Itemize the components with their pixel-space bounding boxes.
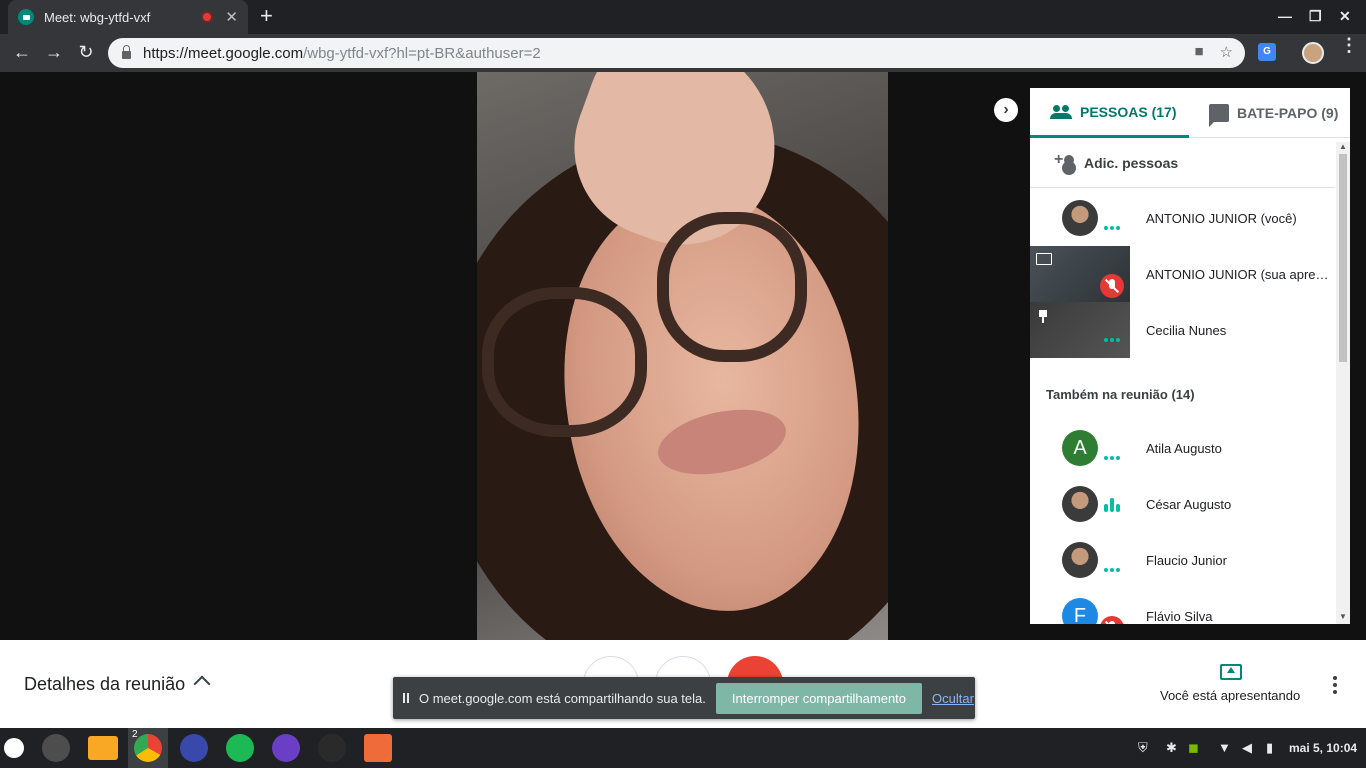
participant-name: Flaucio Junior xyxy=(1146,553,1227,568)
more-options-icon[interactable] xyxy=(1104,456,1120,460)
participant-name: ANTONIO JUNIOR (você) xyxy=(1146,211,1297,226)
mic-off-icon xyxy=(1100,616,1124,624)
avatar: A xyxy=(1062,430,1098,466)
participant-row[interactable]: ANTONIO JUNIOR (você) xyxy=(1030,190,1335,246)
presenting-status[interactable]: Você está apresentando xyxy=(1160,688,1300,703)
browser-tab-strip: Meet: wbg-ytfd-vxf ✕ + — ❐ ✕ xyxy=(0,0,1366,34)
scroll-down-icon[interactable]: ▼ xyxy=(1339,612,1347,621)
lock-icon xyxy=(122,45,131,59)
avatar xyxy=(1062,542,1098,578)
recording-icon xyxy=(201,11,214,23)
clock[interactable]: mai 5, 10:04 xyxy=(1289,741,1357,755)
url-text: https://meet.google.com/wbg-ytfd-vxf?hl=… xyxy=(143,44,541,62)
participant-name: ANTONIO JUNIOR (sua apresentação) xyxy=(1146,267,1332,282)
screen-share-notification: O meet.google.com está compartilhando su… xyxy=(393,677,975,719)
add-person-icon xyxy=(1054,151,1076,171)
main-video xyxy=(477,72,888,640)
files-icon[interactable] xyxy=(88,736,118,760)
people-icon xyxy=(1050,104,1072,119)
present-screen-icon[interactable] xyxy=(1220,664,1242,680)
browser-tab[interactable]: Meet: wbg-ytfd-vxf ✕ xyxy=(8,0,248,34)
participant-name: Atila Augusto xyxy=(1146,441,1222,456)
nvidia-icon[interactable]: ◼ xyxy=(1188,740,1199,756)
tab-people[interactable]: PESSOAS (17) xyxy=(1030,88,1189,138)
address-bar[interactable]: https://meet.google.com/wbg-ytfd-vxf?hl=… xyxy=(108,38,1245,68)
close-window-icon[interactable]: ✕ xyxy=(1339,8,1351,25)
reload-icon[interactable]: ↻ xyxy=(75,41,97,63)
tab-title: Meet: wbg-ytfd-vxf xyxy=(44,9,151,25)
chrome-window-count: 2 xyxy=(132,729,138,740)
participant-name: Cecilia Nunes xyxy=(1146,323,1227,338)
launcher-icon[interactable] xyxy=(4,738,24,758)
profile-avatar[interactable] xyxy=(1302,42,1324,64)
participant-row[interactable]: Cecilia Nunes xyxy=(1030,302,1335,358)
panel-scrollbar[interactable]: ▲ ▼ xyxy=(1336,142,1350,624)
os-taskbar: 2 ⛨ ✱ ◼ ▼ ◀ ▮ mai 5, 10:04 xyxy=(0,728,1366,768)
close-tab-icon[interactable]: ✕ xyxy=(225,8,238,26)
pause-icon xyxy=(403,693,409,703)
participant-name: Flávio Silva xyxy=(1146,609,1213,624)
participant-row[interactable]: ANTONIO JUNIOR (sua apresentação) xyxy=(1030,246,1335,302)
vscode-icon[interactable] xyxy=(180,734,208,762)
app-icon[interactable] xyxy=(272,734,300,762)
back-icon[interactable]: ← xyxy=(11,41,33,63)
participant-name: César Augusto xyxy=(1146,497,1232,512)
volume-icon[interactable]: ◀ xyxy=(1242,740,1252,756)
minimize-icon[interactable]: — xyxy=(1278,8,1292,24)
more-options-icon[interactable] xyxy=(1104,338,1120,342)
wifi-icon[interactable]: ▼ xyxy=(1218,740,1231,755)
participant-row[interactable]: Flaucio Junior xyxy=(1030,532,1335,588)
section-heading: Também na reunião (14) xyxy=(1046,386,1195,402)
tab-chat[interactable]: BATE-PAPO (9) xyxy=(1189,88,1350,138)
translate-extension-icon[interactable]: G xyxy=(1258,43,1276,61)
avatar xyxy=(1062,200,1098,236)
more-options-icon[interactable] xyxy=(1104,226,1120,230)
forward-icon[interactable]: → xyxy=(43,41,65,63)
meet-favicon-icon xyxy=(18,9,34,25)
maximize-icon[interactable]: ❐ xyxy=(1309,8,1322,25)
more-options-icon[interactable] xyxy=(1104,568,1120,572)
people-panel: PESSOAS (17) BATE-PAPO (9) Adic. pessoas… xyxy=(1030,88,1350,624)
participant-list: ANTONIO JUNIOR (você) ANTONIO JUNIOR (su… xyxy=(1030,190,1335,624)
chevron-up-icon[interactable] xyxy=(193,675,211,693)
share-message: O meet.google.com está compartilhando su… xyxy=(419,690,706,706)
speaking-indicator-icon xyxy=(1104,498,1120,512)
presentation-app-icon[interactable] xyxy=(364,734,392,762)
participant-row[interactable]: A Atila Augusto xyxy=(1030,420,1335,476)
participant-row[interactable]: César Augusto xyxy=(1030,476,1335,532)
terminal-icon[interactable] xyxy=(42,734,70,762)
browser-menu-icon[interactable]: ⋮ xyxy=(1340,36,1358,54)
camera-icon[interactable]: ■ xyxy=(1194,43,1203,61)
collapse-panel-button[interactable]: › xyxy=(994,98,1018,122)
bookmark-star-icon[interactable]: ☆ xyxy=(1220,43,1233,61)
pin-icon[interactable] xyxy=(1038,310,1048,323)
bluetooth-icon[interactable]: ✱ xyxy=(1166,740,1177,756)
stop-sharing-button[interactable]: Interromper compartilhamento xyxy=(715,682,923,714)
participant-row[interactable]: F Flávio Silva xyxy=(1030,588,1335,624)
spotify-icon[interactable] xyxy=(226,734,254,762)
mic-off-icon xyxy=(1100,274,1124,298)
new-tab-button[interactable]: + xyxy=(260,5,273,27)
battery-icon[interactable]: ▮ xyxy=(1266,740,1273,756)
scroll-up-icon[interactable]: ▲ xyxy=(1339,142,1347,151)
avatar: F xyxy=(1062,598,1098,624)
present-screen-icon xyxy=(1036,253,1052,265)
chat-icon xyxy=(1209,104,1229,127)
scroll-thumb[interactable] xyxy=(1339,154,1347,362)
steam-icon[interactable] xyxy=(318,734,346,762)
add-people-button[interactable]: Adic. pessoas xyxy=(1030,138,1335,188)
avatar xyxy=(1062,486,1098,522)
shield-icon[interactable]: ⛨ xyxy=(1138,740,1148,756)
chrome-icon[interactable] xyxy=(134,734,162,762)
more-vert-icon[interactable] xyxy=(1333,676,1337,680)
browser-toolbar: ← → ↻ https://meet.google.com/wbg-ytfd-v… xyxy=(0,34,1366,72)
meeting-details-button[interactable]: Detalhes da reunião xyxy=(24,674,185,695)
video-thumbnail xyxy=(1030,302,1130,358)
hide-link[interactable]: Ocultar xyxy=(932,691,974,706)
